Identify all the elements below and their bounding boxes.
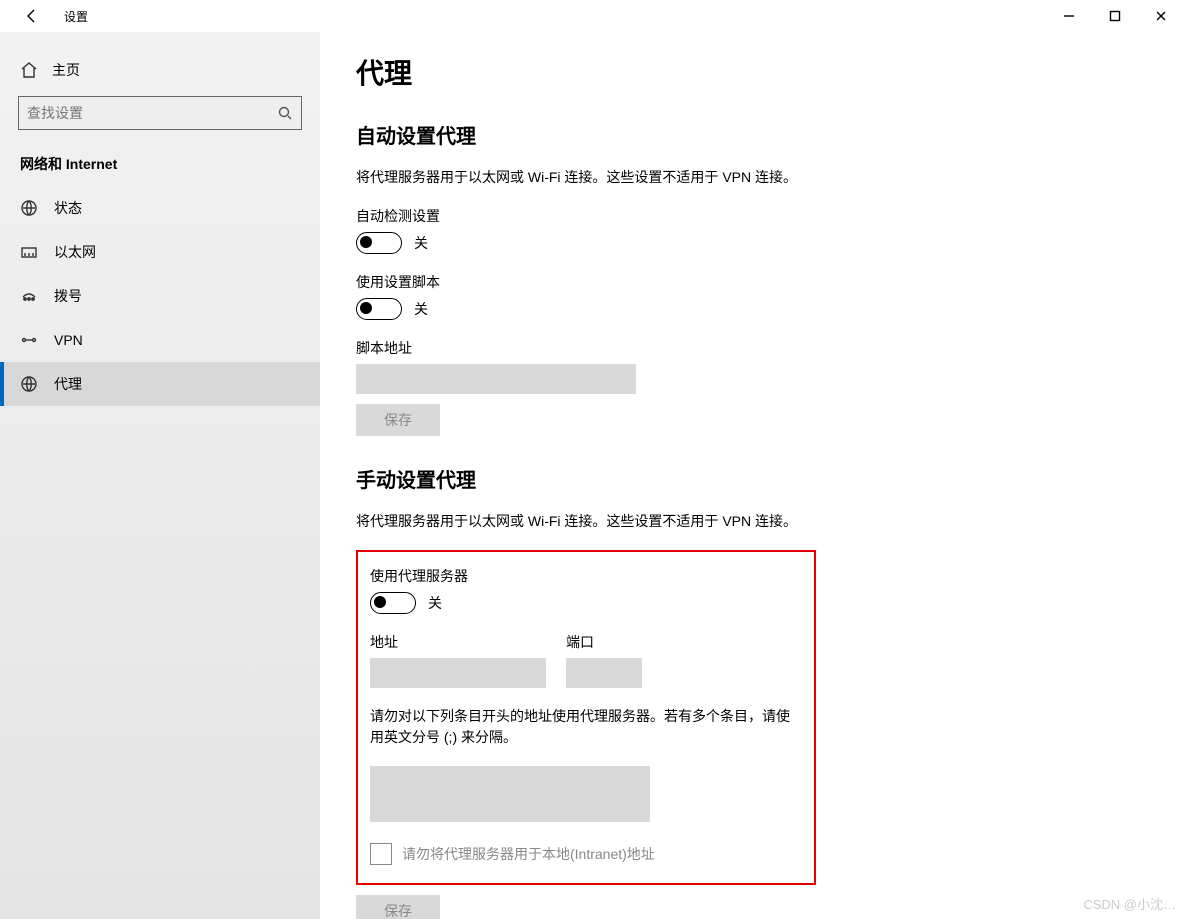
use-script-label: 使用设置脚本 — [356, 272, 1148, 292]
search-box[interactable] — [18, 96, 302, 130]
proxy-icon — [20, 375, 38, 393]
manual-highlight-box: 使用代理服务器 关 地址 端口 — [356, 550, 816, 885]
script-address-label: 脚本地址 — [356, 338, 1148, 358]
use-proxy-label: 使用代理服务器 — [370, 566, 802, 586]
auto-detect-state: 关 — [414, 233, 428, 253]
sidebar-item-label: 状态 — [54, 198, 82, 218]
ethernet-icon — [20, 243, 38, 261]
use-proxy-toggle[interactable] — [370, 592, 416, 614]
use-script-toggle[interactable] — [356, 298, 402, 320]
app-title: 设置 — [64, 8, 88, 25]
close-button[interactable] — [1138, 0, 1184, 32]
auto-detect-label: 自动检测设置 — [356, 206, 1148, 226]
sidebar-item-label: 以太网 — [54, 242, 96, 262]
sidebar-home-label: 主页 — [52, 60, 80, 80]
maximize-button[interactable] — [1092, 0, 1138, 32]
sidebar-group-title: 网络和 Internet — [0, 150, 320, 186]
minimize-button[interactable] — [1046, 0, 1092, 32]
sidebar-item-label: 拨号 — [54, 286, 82, 306]
titlebar: 设置 — [0, 0, 1184, 32]
auto-proxy-heading: 自动设置代理 — [356, 120, 1148, 149]
proxy-port-label: 端口 — [566, 632, 642, 652]
sidebar-item-ethernet[interactable]: 以太网 — [0, 230, 320, 274]
back-button[interactable] — [16, 0, 48, 32]
proxy-exceptions-input[interactable] — [370, 766, 650, 822]
proxy-address-input[interactable] — [370, 658, 546, 688]
bypass-local-label: 请勿将代理服务器用于本地(Intranet)地址 — [402, 844, 655, 864]
auto-save-button[interactable]: 保存 — [356, 404, 440, 436]
search-input[interactable] — [19, 105, 269, 121]
sidebar-item-status[interactable]: 状态 — [0, 186, 320, 230]
home-icon — [20, 61, 38, 79]
sidebar-item-vpn[interactable]: VPN — [0, 318, 320, 362]
status-icon — [20, 199, 38, 217]
manual-save-button[interactable]: 保存 — [356, 895, 440, 919]
sidebar-item-label: VPN — [54, 332, 83, 348]
page-title: 代理 — [356, 52, 1148, 92]
bypass-local-checkbox[interactable] — [370, 843, 392, 865]
vpn-icon — [20, 331, 38, 349]
auto-proxy-desc: 将代理服务器用于以太网或 Wi-Fi 连接。这些设置不适用于 VPN 连接。 — [356, 167, 1148, 188]
content-area: 代理 自动设置代理 将代理服务器用于以太网或 Wi-Fi 连接。这些设置不适用于… — [320, 32, 1184, 919]
search-icon — [269, 105, 301, 121]
sidebar-item-label: 代理 — [54, 374, 82, 394]
auto-detect-toggle[interactable] — [356, 232, 402, 254]
manual-proxy-desc: 将代理服务器用于以太网或 Wi-Fi 连接。这些设置不适用于 VPN 连接。 — [356, 511, 1148, 532]
sidebar-item-dialup[interactable]: 拨号 — [0, 274, 320, 318]
use-proxy-state: 关 — [428, 593, 442, 613]
proxy-port-input[interactable] — [566, 658, 642, 688]
sidebar-item-proxy[interactable]: 代理 — [0, 362, 320, 406]
script-address-input[interactable] — [356, 364, 636, 394]
proxy-address-label: 地址 — [370, 632, 546, 652]
manual-proxy-heading: 手动设置代理 — [356, 464, 1148, 493]
proxy-exceptions-label: 请勿对以下列条目开头的地址使用代理服务器。若有多个条目，请使用英文分号 (;) … — [370, 706, 790, 748]
dialup-icon — [20, 287, 38, 305]
sidebar-home[interactable]: 主页 — [0, 52, 320, 88]
use-script-state: 关 — [414, 299, 428, 319]
sidebar: 主页 网络和 Internet 状态 以太网 — [0, 32, 320, 919]
